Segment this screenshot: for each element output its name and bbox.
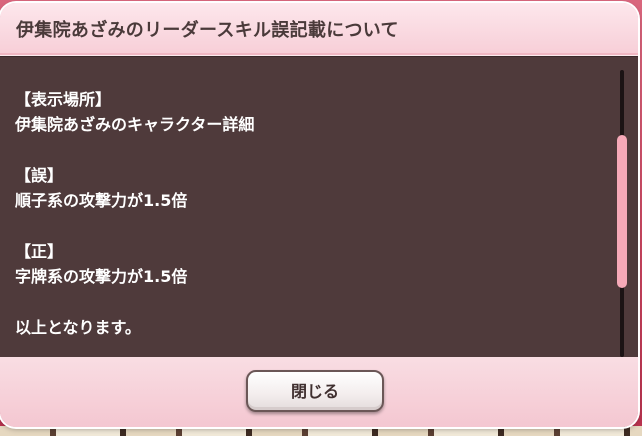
body-line: 以上となります。	[15, 318, 141, 337]
dialog-footer: 閉じる	[0, 357, 638, 427]
body-spacer	[15, 289, 254, 315]
body-line: 【表示場所】	[15, 90, 112, 109]
body-spacer	[15, 213, 254, 239]
notice-dialog: 伊集院あざみのリーダースキル誤記載について 【表示場所】 伊集院あざみのキャラク…	[0, 3, 638, 427]
dialog-title-bar: 伊集院あざみのリーダースキル誤記載について	[0, 3, 638, 55]
body-line: 字牌系の攻撃力が1.5倍	[15, 267, 188, 286]
close-button[interactable]: 閉じる	[246, 370, 384, 412]
dialog-content[interactable]: 【表示場所】 伊集院あざみのキャラクター詳細 【誤】 順子系の攻撃力が1.5倍 …	[0, 56, 638, 358]
body-line: 順子系の攻撃力が1.5倍	[15, 191, 188, 210]
body-line: 【誤】	[15, 166, 64, 185]
dialog-title: 伊集院あざみのリーダースキル誤記載について	[16, 20, 399, 41]
game-background-strip	[0, 426, 642, 436]
body-line: 伊集院あざみのキャラクター詳細	[15, 115, 255, 134]
scrollbar-thumb[interactable]	[617, 135, 627, 288]
body-spacer	[15, 137, 254, 163]
dialog-body-text: 【表示場所】 伊集院あざみのキャラクター詳細 【誤】 順子系の攻撃力が1.5倍 …	[15, 87, 254, 340]
body-line: 【正】	[15, 242, 64, 261]
